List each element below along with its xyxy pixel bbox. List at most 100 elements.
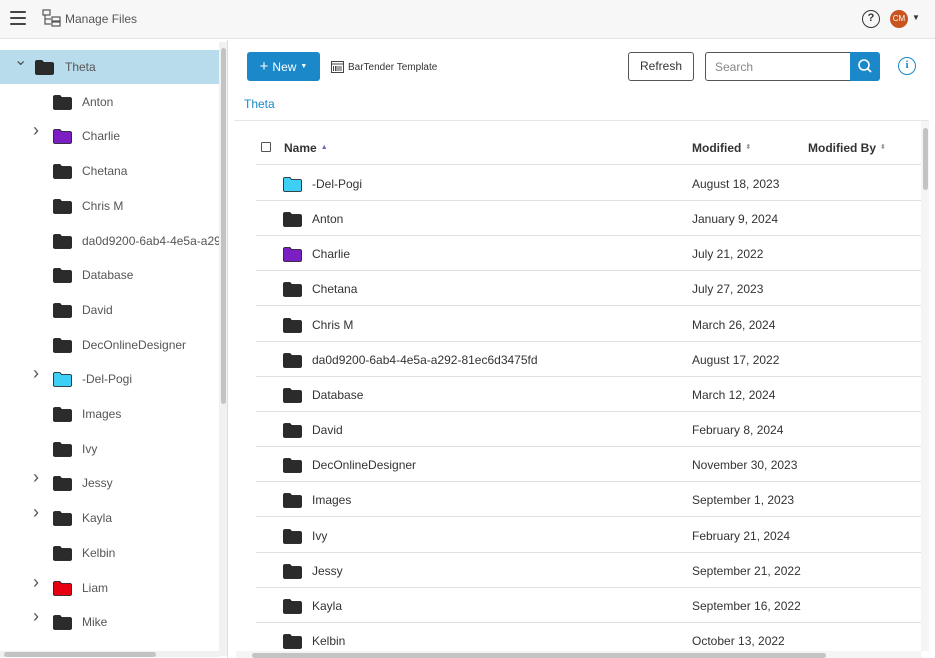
chevron-down-icon[interactable]: ▼ [912, 13, 920, 22]
sidebar-scrollbar-thumb[interactable] [221, 48, 226, 404]
table-row[interactable]: Kayla September 16, 2022 [256, 588, 922, 623]
chevron-right-icon[interactable]: › [33, 364, 43, 382]
table-row[interactable]: Images September 1, 2023 [256, 482, 922, 518]
sidebar-item-kayla[interactable]: › Kayla [0, 501, 219, 535]
table-row[interactable]: Jessy September 21, 2022 [256, 553, 922, 588]
name-column-header[interactable]: Name ▲ [284, 141, 328, 155]
row-modified: February 21, 2024 [692, 528, 791, 543]
row-modified: August 17, 2022 [692, 352, 780, 367]
table-row[interactable]: Anton January 9, 2024 [256, 201, 922, 237]
row-modified: March 12, 2024 [692, 387, 776, 402]
row-name[interactable]: Ivy [312, 529, 327, 543]
sidebar-item-label: Anton [82, 94, 114, 109]
folder-icon [283, 282, 302, 298]
row-name[interactable]: da0d9200-6ab4-4e5a-a292-81ec6d3475fd [312, 353, 538, 367]
row-name[interactable]: DecOnlineDesigner [312, 458, 416, 472]
chevron-right-icon[interactable]: › [33, 607, 43, 625]
sidebar-item-anton[interactable]: Anton [0, 85, 219, 119]
row-name[interactable]: Chris M [312, 318, 353, 332]
sidebar-item-deconlinedesigner[interactable]: DecOnlineDesigner [0, 328, 219, 362]
folder-tree-sidebar: ⌄ Theta Anton › Charlie Chetana Chris M da0d920… [0, 40, 228, 658]
table-scrollbar-thumb[interactable] [923, 128, 928, 190]
sidebar-item-kelbin[interactable]: Kelbin [0, 536, 219, 570]
modified-by-column-header[interactable]: Modified By ⬍ [808, 141, 886, 155]
row-name[interactable]: Images [312, 493, 351, 507]
row-name[interactable]: David [312, 423, 343, 437]
refresh-button[interactable]: Refresh [628, 52, 694, 81]
sidebar-item-images[interactable]: Images [0, 397, 219, 431]
folder-icon [53, 580, 72, 596]
row-name[interactable]: Jessy [312, 564, 343, 578]
sidebar-item-charlie[interactable]: › Charlie [0, 119, 219, 153]
table-row[interactable]: DecOnlineDesigner November 30, 2023 [256, 447, 922, 483]
sidebar-horizontal-scrollbar-thumb[interactable] [4, 652, 156, 657]
row-name[interactable]: Kelbin [312, 634, 345, 648]
sidebar-item-label: Mike [82, 615, 108, 630]
sidebar-item-david[interactable]: David [0, 293, 219, 327]
avatar[interactable]: CM [890, 10, 908, 28]
row-name[interactable]: Database [312, 388, 363, 402]
table-row[interactable]: Database March 12, 2024 [256, 377, 922, 412]
sidebar-item-jessy[interactable]: › Jessy [0, 466, 219, 500]
app-title: Manage Files [65, 12, 138, 26]
new-button[interactable]: + New ▼ [247, 52, 320, 81]
sidebar-item-theta[interactable]: ⌄ Theta [0, 50, 219, 84]
sidebar-item-chris-m[interactable]: Chris M [0, 189, 219, 223]
folder-icon [53, 441, 72, 457]
sidebar-item-liam[interactable]: › Liam [0, 571, 219, 605]
sidebar-item-da0d9200-6ab4-4e5a-a292[interactable]: da0d9200-6ab4-4e5a-a292- [0, 224, 227, 258]
table-row[interactable]: -Del-Pogi August 18, 2023 [256, 166, 922, 201]
sidebar-item-del-pogi[interactable]: › -Del-Pogi [0, 362, 219, 396]
table-row[interactable]: Chris M March 26, 2024 [256, 307, 922, 342]
folder-icon [53, 615, 72, 631]
chevron-right-icon[interactable]: › [33, 121, 43, 139]
info-icon[interactable]: i [898, 57, 916, 75]
table-row[interactable]: Ivy February 21, 2024 [256, 518, 922, 553]
row-name[interactable]: Anton [312, 212, 343, 226]
folder-icon [283, 317, 302, 333]
sidebar-item-label: David [82, 302, 113, 317]
row-modified: September 21, 2022 [692, 563, 801, 578]
row-name[interactable]: -Del-Pogi [312, 177, 362, 191]
bartender-template-button[interactable]: BarTender Template [331, 59, 437, 75]
chevron-right-icon[interactable]: › [33, 468, 43, 486]
table-row[interactable]: Charlie July 21, 2022 [256, 236, 922, 272]
modified-column-header[interactable]: Modified ⬍ [692, 141, 751, 155]
search-button[interactable] [850, 52, 880, 81]
folder-icon [53, 164, 72, 179]
table-horizontal-scrollbar-thumb[interactable] [252, 653, 826, 658]
table-row[interactable]: David February 8, 2024 [256, 412, 922, 448]
row-modified: March 26, 2024 [692, 317, 776, 332]
sidebar-item-label: Theta [65, 60, 96, 74]
table-row[interactable]: Chetana July 27, 2023 [256, 271, 922, 307]
search-input[interactable] [705, 52, 851, 81]
row-modified: July 27, 2023 [692, 282, 764, 297]
table-row[interactable]: da0d9200-6ab4-4e5a-a292-81ec6d3475fd Augu… [256, 342, 922, 377]
row-modified: October 13, 2022 [692, 633, 785, 648]
question-icon[interactable]: ? [862, 10, 880, 28]
name-column-label: Name [284, 141, 317, 155]
row-name[interactable]: Chetana [312, 282, 357, 296]
select-all-checkbox[interactable] [261, 142, 271, 152]
sidebar-item-label: Kelbin [82, 545, 116, 560]
bartender-template-label: BarTender Template [348, 61, 438, 73]
row-name[interactable]: Kayla [312, 599, 342, 613]
sidebar-item-database[interactable]: Database [0, 258, 219, 292]
table-scrollbar[interactable] [921, 121, 929, 651]
breadcrumb[interactable]: Theta [244, 97, 275, 111]
hamburger-menu-icon[interactable] [10, 11, 26, 25]
template-icon [331, 61, 344, 73]
sidebar-item-label: Liam [82, 580, 109, 595]
sidebar-item-chetana[interactable]: Chetana [0, 154, 219, 188]
folder-icon [53, 302, 72, 318]
folder-icon [283, 493, 302, 509]
sidebar-item-label: Ivy [82, 441, 98, 456]
chevron-right-icon[interactable]: › [33, 503, 43, 521]
sidebar-item-mike[interactable]: › Mike [0, 605, 219, 639]
chevron-down-icon[interactable]: ⌄ [14, 53, 27, 69]
chevron-right-icon[interactable]: › [33, 573, 43, 591]
folder-icon [283, 212, 302, 228]
row-name[interactable]: Charlie [312, 247, 350, 261]
folder-icon [53, 94, 72, 110]
sidebar-item-ivy[interactable]: Ivy [0, 432, 219, 466]
